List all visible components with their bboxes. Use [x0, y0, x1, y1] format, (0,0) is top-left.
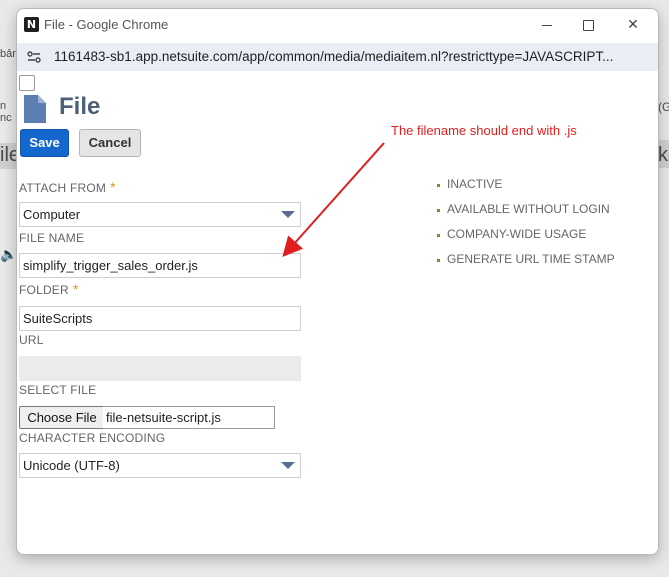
- background-text: n nc: [0, 100, 12, 124]
- browser-popup-window: N File - Google Chrome ✕ 1161483-sb1.app…: [16, 8, 659, 555]
- annotation-arrow-icon: [282, 142, 385, 257]
- netsuite-app-icon: N: [24, 17, 39, 32]
- minimize-button[interactable]: [527, 11, 567, 39]
- page-content: File Save Cancel ATTACH FROM * Computer F…: [17, 71, 658, 554]
- maximize-button[interactable]: [568, 11, 608, 39]
- speaker-icon: 🔈: [0, 247, 18, 263]
- window-title: File - Google Chrome: [44, 17, 169, 32]
- title-bar: N File - Google Chrome ✕: [17, 9, 658, 41]
- close-button[interactable]: ✕: [613, 11, 653, 39]
- background-text: ile: [0, 144, 16, 166]
- maximize-icon: [582, 19, 594, 31]
- site-settings-icon[interactable]: [26, 49, 42, 65]
- background-text: kế: [658, 144, 669, 166]
- close-icon: ✕: [627, 17, 639, 33]
- minimize-icon: [542, 24, 552, 26]
- background-text: (G: [658, 100, 669, 114]
- url-text[interactable]: 1161483-sb1.app.netsuite.com/app/common/…: [54, 49, 644, 64]
- address-bar[interactable]: 1161483-sb1.app.netsuite.com/app/common/…: [17, 43, 658, 71]
